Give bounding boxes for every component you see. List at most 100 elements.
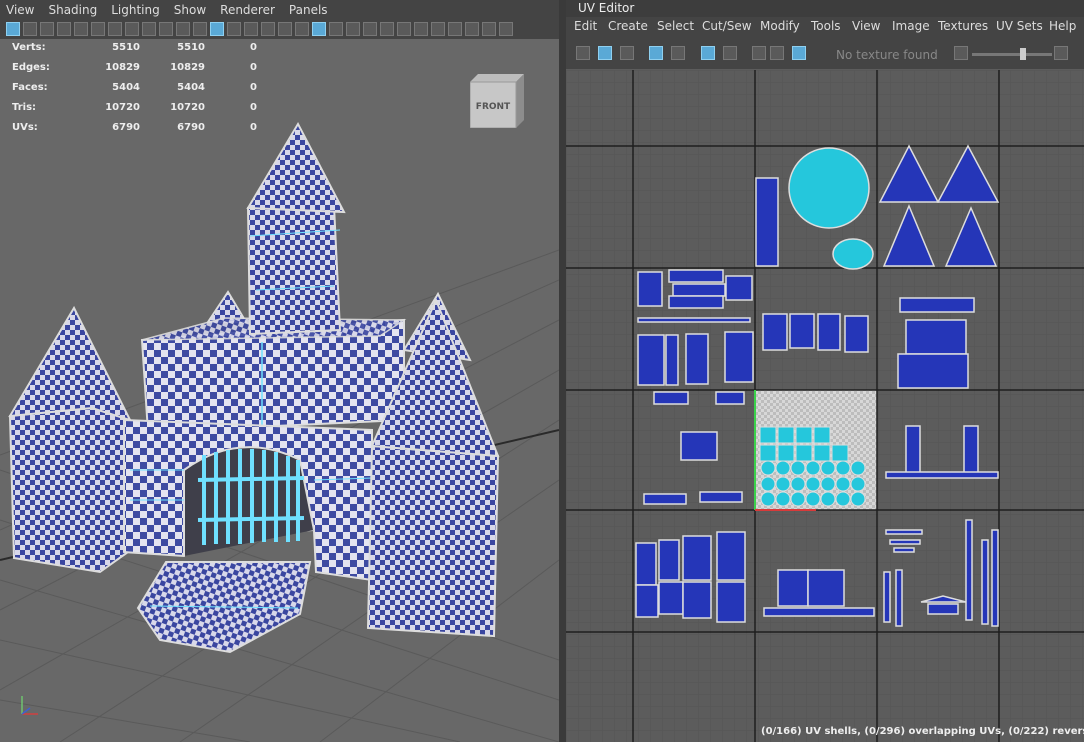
hud-value: 5510: [177, 42, 205, 53]
uv-menu-tools[interactable]: Tools: [811, 19, 841, 33]
pixel-snap-icon[interactable]: [723, 46, 737, 60]
menu-lighting[interactable]: Lighting: [105, 3, 168, 17]
hud-row-faces: Faces: 5404 5404 0: [12, 80, 272, 100]
uv-menu-cut-sew[interactable]: Cut/Sew: [702, 19, 752, 33]
field-chart-icon[interactable]: [142, 22, 156, 36]
hud-value: 10720: [170, 102, 205, 113]
view-cube-label: FRONT: [476, 102, 511, 112]
panel-divider[interactable]: [559, 0, 566, 742]
select-camera-icon[interactable]: [6, 22, 20, 36]
poly-count-hud: Verts: 5510 5510 0 Edges: 10829 10829 0 …: [12, 40, 272, 140]
menu-panels[interactable]: Panels: [283, 3, 336, 17]
dim-image-slider[interactable]: [972, 48, 1052, 60]
depth-of-field-icon[interactable]: [397, 22, 411, 36]
gate-mask-icon[interactable]: [125, 22, 139, 36]
uv-status-line: (0/166) UV shells, (0/296) overlapping U…: [761, 726, 1084, 737]
shadows-icon[interactable]: [329, 22, 343, 36]
hud-value: 5404: [112, 82, 140, 93]
slider-handle[interactable]: [1020, 48, 1026, 60]
gamma-icon[interactable]: [482, 22, 496, 36]
viewport-toolbar: [0, 19, 559, 39]
hud-label: Edges:: [12, 62, 50, 73]
hud-row-verts: Verts: 5510 5510 0: [12, 40, 272, 60]
menu-shading[interactable]: Shading: [42, 3, 105, 17]
menu-show[interactable]: Show: [168, 3, 214, 17]
exposure-icon[interactable]: [465, 22, 479, 36]
hud-value: 5404: [177, 82, 205, 93]
perspective-viewport[interactable]: View Shading Lighting Show Renderer Pane…: [0, 0, 559, 742]
texture-selector[interactable]: No texture found: [836, 48, 938, 62]
hud-row-tris: Tris: 10720 10720 0: [12, 100, 272, 120]
uv-menu-textures[interactable]: Textures: [938, 19, 988, 33]
hud-value: 10829: [170, 62, 205, 73]
motion-blur-icon[interactable]: [363, 22, 377, 36]
hud-value: 6790: [112, 122, 140, 133]
xray-joints-icon[interactable]: [431, 22, 445, 36]
resolution-gate-icon[interactable]: [108, 22, 122, 36]
texture-borders-icon[interactable]: [649, 46, 663, 60]
isolate-icon[interactable]: [193, 22, 207, 36]
default-material-icon[interactable]: [261, 22, 275, 36]
smooth-shade-icon[interactable]: [244, 22, 258, 36]
hud-label: Verts:: [12, 42, 46, 53]
uv-menu-bar: Edit Create Select Cut/Sew Modify Tools …: [566, 17, 1084, 39]
textured-icon[interactable]: [295, 22, 309, 36]
uv-canvas[interactable]: [566, 70, 1084, 742]
refresh-texture-icon[interactable]: [954, 46, 968, 60]
hud-value: 0: [250, 42, 257, 53]
display-grid-icon[interactable]: [701, 46, 715, 60]
exposure-toggle-icon[interactable]: [1054, 46, 1068, 60]
xray-icon[interactable]: [210, 22, 224, 36]
shaded-uv-icon[interactable]: [598, 46, 612, 60]
view-cube[interactable]: FRONT: [469, 74, 524, 129]
uv-menu-edit[interactable]: Edit: [574, 19, 597, 33]
hud-label: Tris:: [12, 102, 37, 113]
isolate-select-icon[interactable]: [414, 22, 428, 36]
xray-active-icon[interactable]: [448, 22, 462, 36]
grid-toggle-icon[interactable]: [74, 22, 88, 36]
uv-menu-uv-sets[interactable]: UV Sets: [996, 19, 1043, 33]
hud-row-edges: Edges: 10829 10829 0: [12, 60, 272, 80]
chevron-down-icon[interactable]: [814, 46, 822, 60]
use-all-lights-icon[interactable]: [312, 22, 326, 36]
uv-menu-help[interactable]: Help: [1049, 19, 1076, 33]
viewport-menu-bar: View Shading Lighting Show Renderer Pane…: [0, 0, 559, 19]
uv-menu-image[interactable]: Image: [892, 19, 930, 33]
menu-renderer[interactable]: Renderer: [214, 3, 283, 17]
uv-menu-view[interactable]: View: [852, 19, 880, 33]
wireframe-on-shaded-icon[interactable]: [278, 22, 292, 36]
distortion-shader-icon[interactable]: [620, 46, 634, 60]
safe-title-icon[interactable]: [176, 22, 190, 36]
uv-shell-grid-icon[interactable]: [576, 46, 590, 60]
camera-attributes-icon[interactable]: [23, 22, 37, 36]
hud-value: 0: [250, 62, 257, 73]
hud-value: 0: [250, 122, 257, 133]
color-management-icon[interactable]: [499, 22, 513, 36]
hud-value: 10720: [105, 102, 140, 113]
hud-value: 6790: [177, 122, 205, 133]
uv-editor-title: UV Editor: [578, 1, 635, 15]
hud-row-uvs: UVs: 6790 6790 0: [12, 120, 272, 140]
wireframe-icon[interactable]: [227, 22, 241, 36]
hud-label: UVs:: [12, 122, 38, 133]
menu-view[interactable]: View: [0, 3, 42, 17]
image-plane-icon[interactable]: [57, 22, 71, 36]
hud-value: 0: [250, 102, 257, 113]
uv-editor-panel: UV Editor Edit Create Select Cut/Sew Mod…: [566, 0, 1084, 742]
screen-space-ao-icon[interactable]: [346, 22, 360, 36]
uv-menu-select[interactable]: Select: [657, 19, 694, 33]
snapshot-icon[interactable]: [752, 46, 766, 60]
uv-grid-icon[interactable]: [671, 46, 685, 60]
film-gate-icon[interactable]: [91, 22, 105, 36]
uv-editor-title-bar: UV Editor: [566, 0, 1084, 18]
uv-menu-create[interactable]: Create: [608, 19, 648, 33]
hud-value: 5510: [112, 42, 140, 53]
display-image-icon[interactable]: [770, 46, 784, 60]
anti-aliasing-icon[interactable]: [380, 22, 394, 36]
checker-tiles-icon[interactable]: [792, 46, 806, 60]
safe-action-icon[interactable]: [159, 22, 173, 36]
uv-menu-modify[interactable]: Modify: [760, 19, 800, 33]
bookmark-icon[interactable]: [40, 22, 54, 36]
hud-label: Faces:: [12, 82, 48, 93]
axis-gizmo: [21, 696, 38, 715]
